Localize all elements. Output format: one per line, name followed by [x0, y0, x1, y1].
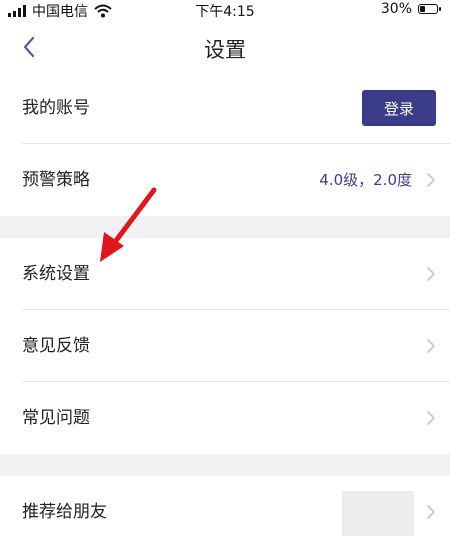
chevron-right-icon [427, 267, 435, 281]
nav-bar: 设置 [0, 20, 450, 72]
feedback-row[interactable]: 意见反馈 [0, 310, 450, 382]
section-gap [0, 216, 450, 238]
status-bar-right: 30% [380, 1, 441, 17]
page-title: 设置 [204, 38, 246, 62]
account-row: 我的账号 登录 [0, 72, 450, 144]
feedback-label: 意见反馈 [22, 336, 90, 356]
chevron-right-icon [427, 339, 435, 353]
faq-row[interactable]: 常见问题 [0, 382, 450, 454]
account-label: 我的账号 [22, 98, 90, 118]
battery-percent: 30% [380, 1, 412, 17]
warning-policy-label: 预警策略 [22, 170, 90, 190]
placeholder-block [342, 491, 414, 536]
warning-policy-value: 4.0级，2.0度 [319, 171, 412, 189]
recommend-label: 推荐给朋友 [22, 502, 107, 522]
section-gap [0, 454, 450, 476]
system-settings-label: 系统设置 [22, 264, 90, 284]
status-bar: 中国电信 下午4:15 30% [0, 0, 450, 20]
chevron-right-icon [427, 505, 435, 519]
warning-policy-row[interactable]: 预警策略 4.0级，2.0度 [0, 144, 450, 216]
chevron-right-icon [427, 173, 435, 187]
system-settings-row[interactable]: 系统设置 [0, 238, 450, 310]
chevron-right-icon [427, 411, 435, 425]
login-button[interactable]: 登录 [362, 90, 436, 126]
faq-label: 常见问题 [22, 408, 90, 428]
battery-level [420, 6, 425, 12]
battery-icon [418, 4, 441, 14]
